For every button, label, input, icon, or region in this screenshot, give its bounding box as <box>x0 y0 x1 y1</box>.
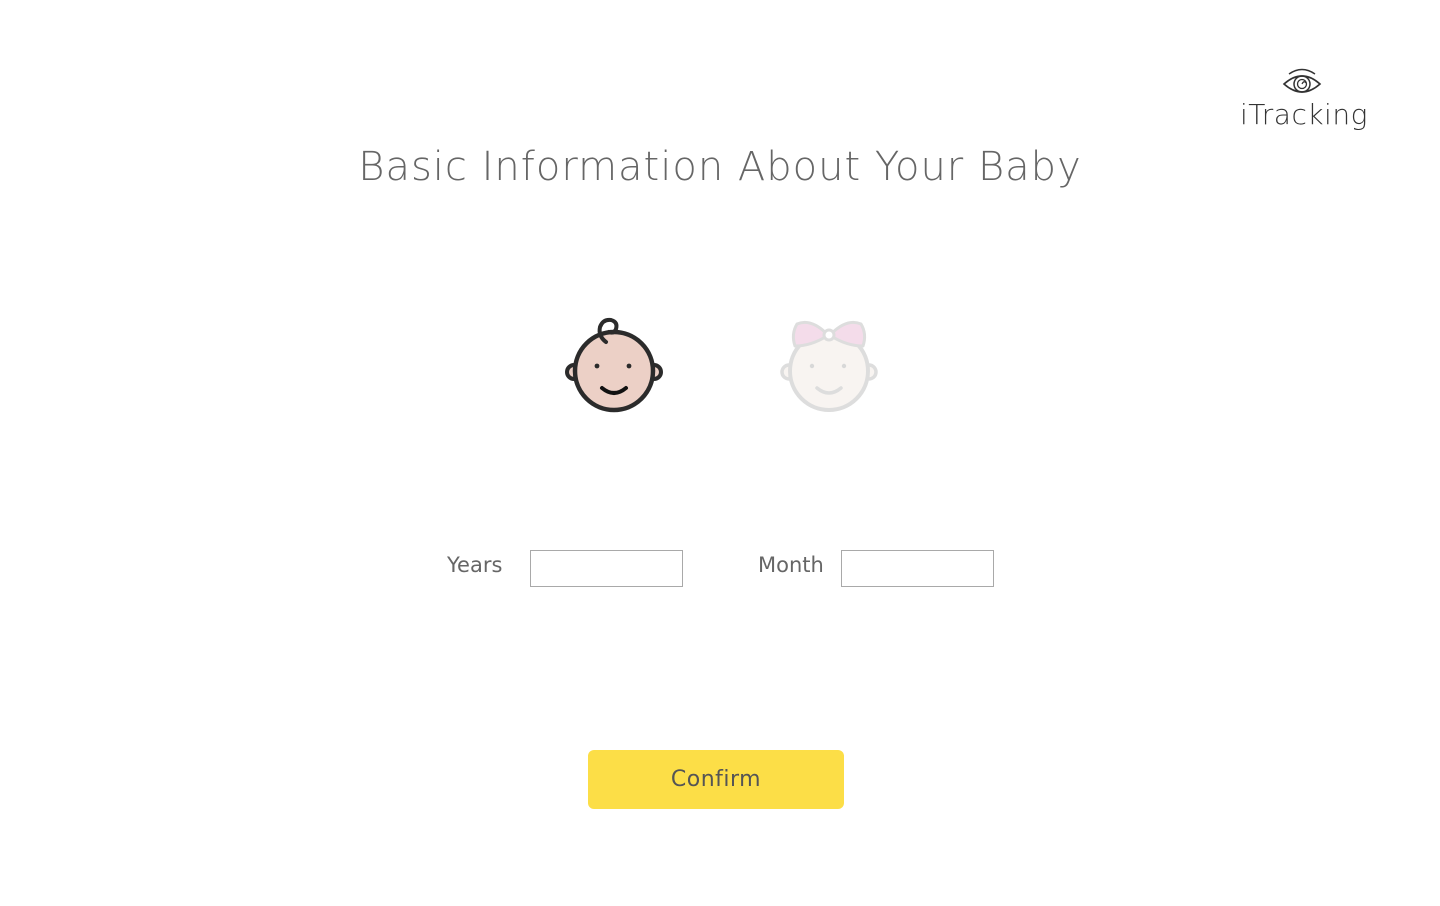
eye-icon <box>1282 68 1322 93</box>
baby-girl-icon <box>780 320 878 412</box>
page-title: Basic Information About Your Baby <box>358 144 1082 190</box>
gender-option-boy[interactable] <box>562 312 666 418</box>
month-label: Month <box>758 553 824 577</box>
years-label: Years <box>447 553 503 577</box>
gender-option-girl[interactable] <box>777 312 881 418</box>
baby-boy-icon <box>565 317 663 413</box>
years-input[interactable] <box>530 550 683 587</box>
brand-name: iTracking <box>1240 98 1368 131</box>
brand-logo: iTracking <box>1240 66 1368 131</box>
month-input[interactable] <box>841 550 994 587</box>
baby-info-page: iTracking Basic Information About Your B… <box>0 0 1440 906</box>
confirm-button[interactable]: Confirm <box>588 750 844 809</box>
